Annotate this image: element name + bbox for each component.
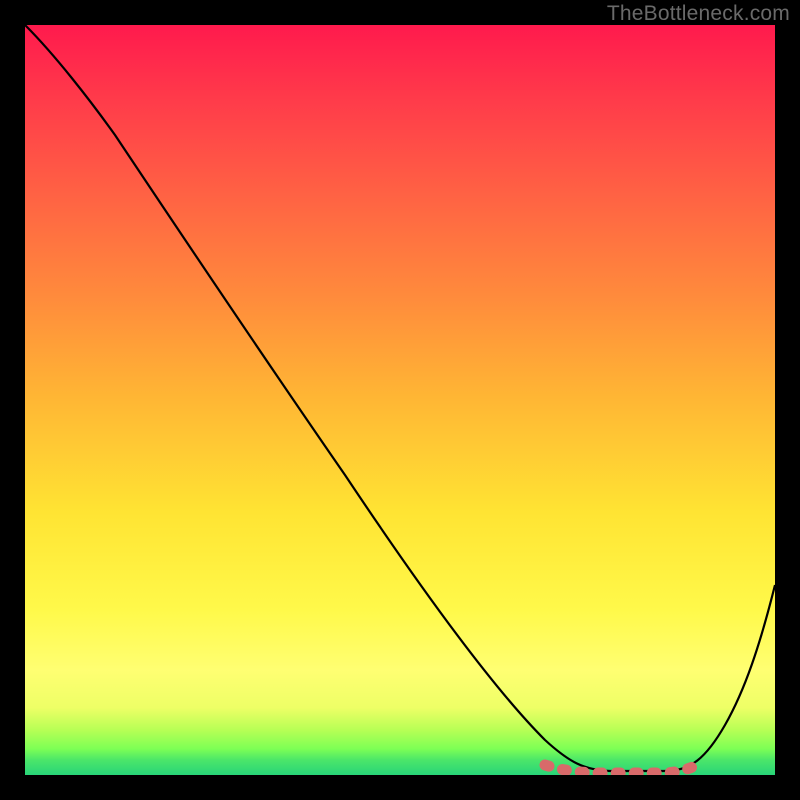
watermark-text: TheBottleneck.com	[607, 2, 790, 26]
curve-path	[25, 25, 775, 771]
chart-frame: TheBottleneck.com	[0, 0, 800, 800]
optimal-range-marker	[545, 762, 703, 773]
bottleneck-curve	[25, 25, 775, 775]
plot-area	[25, 25, 775, 775]
